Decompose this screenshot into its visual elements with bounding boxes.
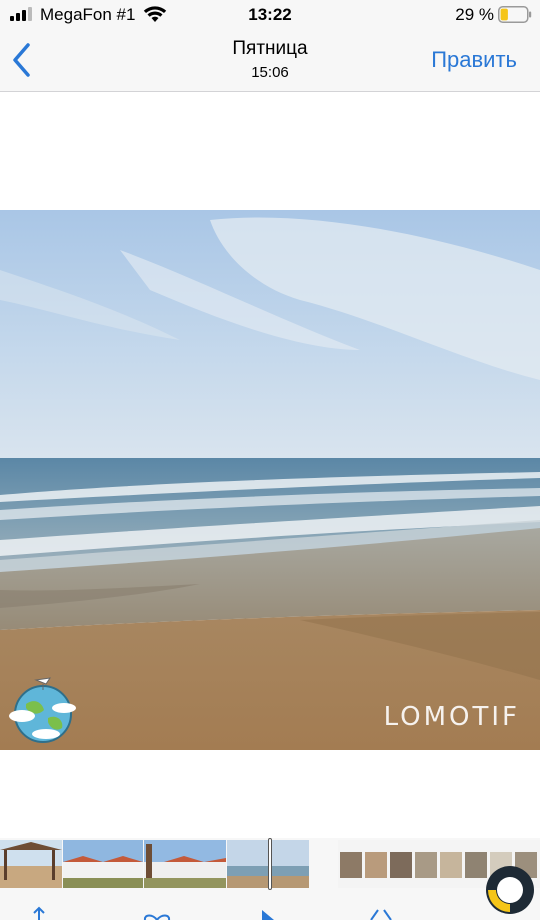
thumbnail[interactable] xyxy=(0,840,62,888)
play-icon[interactable] xyxy=(258,906,278,920)
battery-percentage: 29 % xyxy=(455,5,494,24)
beach-photo xyxy=(0,210,540,750)
filmstrip[interactable] xyxy=(0,838,540,890)
globe-sticker xyxy=(9,677,76,743)
navigation-bar: Пятница 15:06 Править xyxy=(0,30,540,92)
share-icon[interactable] xyxy=(28,906,50,920)
media-viewer[interactable]: LOMOTIF xyxy=(0,210,540,750)
heart-icon[interactable] xyxy=(142,906,172,920)
filmstrip-scrubber[interactable] xyxy=(268,838,272,890)
battery-icon xyxy=(498,6,532,23)
lomotif-watermark: LOMOTIF xyxy=(383,702,520,732)
thumbnail[interactable] xyxy=(144,840,226,888)
status-bar: MegaFon #1 13:22 29 % xyxy=(0,0,540,30)
thumbnail[interactable] xyxy=(63,840,143,888)
bottom-toolbar xyxy=(0,890,540,920)
edit-button[interactable]: Править xyxy=(431,47,517,73)
delete-icon[interactable] xyxy=(368,906,394,920)
overlay-badge xyxy=(486,866,534,914)
